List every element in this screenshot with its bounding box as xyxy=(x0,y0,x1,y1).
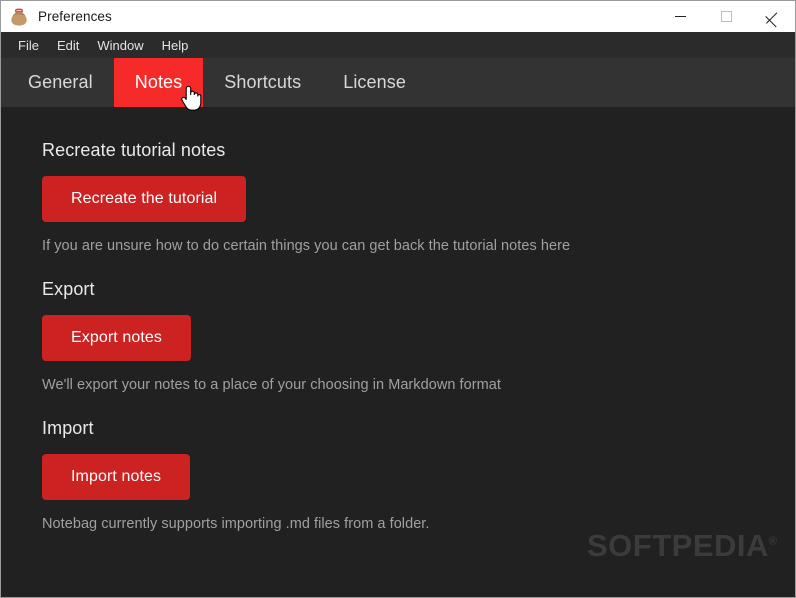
close-icon xyxy=(766,10,779,23)
bag-icon xyxy=(11,7,27,26)
recreate-tutorial-heading: Recreate tutorial notes xyxy=(42,140,226,160)
close-button[interactable] xyxy=(749,1,795,32)
tab-shortcuts[interactable]: Shortcuts xyxy=(203,58,322,107)
menu-bar: File Edit Window Help xyxy=(1,32,795,58)
tab-bar: General Notes Shortcuts License xyxy=(1,58,795,107)
section-divider xyxy=(42,402,795,419)
preferences-window: Preferences File Edit Window Help Genera… xyxy=(0,0,796,598)
section-recreate-tutorial: Recreate tutorial notes Recreate the tut… xyxy=(42,140,795,255)
section-divider xyxy=(42,263,795,280)
tab-notes[interactable]: Notes xyxy=(113,58,204,107)
import-heading: Import xyxy=(42,418,94,439)
maximize-button[interactable] xyxy=(703,1,749,32)
section-export: Export Export notes We'll export your no… xyxy=(42,279,795,394)
notes-panel: Recreate tutorial notes Recreate the tut… xyxy=(1,107,795,597)
minimize-button[interactable] xyxy=(657,1,703,32)
export-heading: Export xyxy=(42,279,95,300)
minimize-icon xyxy=(674,16,686,17)
watermark-text: SOFTPEDIA xyxy=(586,528,769,563)
watermark-registered-mark: ® xyxy=(768,535,777,548)
import-notes-button[interactable]: Import notes xyxy=(42,454,191,501)
softpedia-watermark: SOFTPEDIA® xyxy=(587,530,777,561)
section-import: Import Import notes Notebag currently su… xyxy=(42,419,795,533)
title-bar: Preferences xyxy=(1,1,795,32)
window-title: Preferences xyxy=(38,8,112,24)
menu-item-window[interactable]: Window xyxy=(88,36,152,55)
export-description: We'll export your notes to a place of yo… xyxy=(42,376,501,393)
menu-item-file[interactable]: File xyxy=(9,36,48,55)
recreate-tutorial-description: If you are unsure how to do certain thin… xyxy=(42,237,571,254)
menu-item-edit[interactable]: Edit xyxy=(48,36,88,55)
export-notes-button[interactable]: Export notes xyxy=(42,314,192,361)
menu-item-help[interactable]: Help xyxy=(153,36,198,55)
tab-general[interactable]: General xyxy=(7,58,114,107)
maximize-icon xyxy=(720,11,732,22)
recreate-tutorial-button[interactable]: Recreate the tutorial xyxy=(42,175,247,222)
tab-license[interactable]: License xyxy=(322,58,427,107)
window-controls xyxy=(657,1,795,32)
